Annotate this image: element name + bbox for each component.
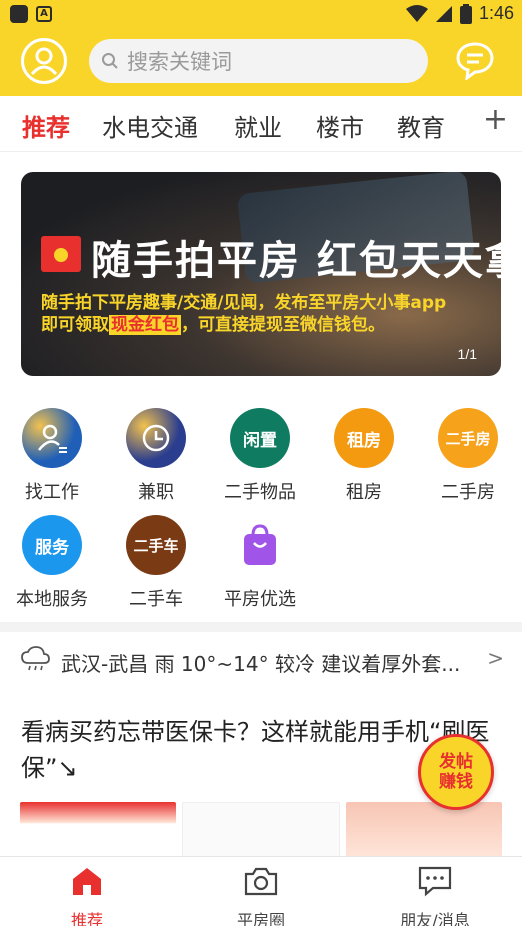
grid-used-car[interactable]: 二手车 二手车 [106,515,206,611]
grid-pingfang-select[interactable]: 平房优选 [210,515,310,611]
status-time: 1:46 [478,3,514,23]
search-icon [102,53,118,69]
tab-education[interactable]: 教育 [397,108,445,143]
grid-secondhand-goods[interactable]: 闲置 二手物品 [210,408,310,504]
banner-title: 随手拍平房 红包天天拿 [91,238,501,284]
message-bubble-icon[interactable] [455,40,495,80]
signal-icon [435,5,452,22]
home-icon [73,868,101,895]
clock-icon [126,408,186,468]
grid-secondhand-house[interactable]: 二手房 二手房 [418,408,518,504]
profile-button[interactable] [21,38,67,84]
article-thumbnail [20,802,176,862]
grid-find-job[interactable]: 找工作 [2,408,102,504]
grid-label: 二手房 [441,482,495,503]
tab-utilities-traffic[interactable]: 水电交通 [102,108,198,143]
grid-label: 平房优选 [224,589,296,610]
job-icon [22,408,82,468]
tab-jobs[interactable]: 就业 [234,108,282,143]
nav-recommend[interactable]: 推荐 [27,865,147,926]
grid-label: 兼职 [138,482,174,503]
grid-local-service[interactable]: 服务 本地服务 [2,515,102,611]
section-divider [0,622,522,632]
battery-icon [459,3,472,24]
service-badge-icon: 服务 [22,515,82,575]
font-notification-icon: A [36,6,52,22]
nav-friends-messages[interactable]: 朋友/消息 [375,865,495,926]
wifi-icon [405,4,428,22]
camera-icon [244,867,278,896]
post-earn-button[interactable]: 发帖 赚钱 [418,734,494,810]
grid-label: 本地服务 [16,589,88,610]
grid-label: 二手物品 [224,482,296,503]
search-input[interactable]: 搜索关键词 [89,39,428,83]
weather-text: 武汉-武昌 雨 10°~14° 较冷 建议着厚外套... [61,652,461,676]
nav-label: 推荐 [70,911,103,926]
grid-label: 租房 [346,482,382,503]
tab-housing[interactable]: 楼市 [316,108,364,143]
user-icon [30,47,58,76]
bottom-navigation: 推荐 平房圈 朋友/消息 [0,856,522,926]
notification-icon [10,5,28,23]
status-bar: A 1:46 [0,0,522,28]
chevron-right-icon: > [487,646,504,670]
grid-part-time[interactable]: 兼职 [106,408,206,504]
promo-banner[interactable]: 随手拍平房 红包天天拿 随手拍下平房趣事/交通/见闻，发布至平房大小事app 即… [21,172,501,376]
banner-page-indicator: 1/1 [457,346,477,362]
nav-label: 平房圈 [236,911,285,926]
chat-icon [418,866,452,897]
tab-recommend[interactable]: 推荐 [22,108,70,143]
banner-description-2: 即可领取 现金红包 ，可直接提现至微信钱包。 [41,315,385,335]
add-tab-icon[interactable]: + [483,102,508,137]
second-house-badge-icon: 二手房 [438,408,498,468]
nav-label: 朋友/消息 [400,911,470,926]
article-thumbnail [346,802,502,862]
category-tabs: 推荐 水电交通 就业 楼市 教育 + [0,96,522,152]
idle-badge-icon: 闲置 [230,408,290,468]
grid-rent[interactable]: 租房 租房 [314,408,414,504]
used-car-badge-icon: 二手车 [126,515,186,575]
red-packet-icon [41,236,81,272]
shopping-bag-icon [230,515,290,575]
weather-bar[interactable]: 武汉-武昌 雨 10°~14° 较冷 建议着厚外套... > [0,642,522,682]
nav-pingfang-circle[interactable]: 平房圈 [201,865,321,926]
grid-label: 二手车 [129,589,183,610]
search-placeholder: 搜索关键词 [127,50,232,74]
article-thumbnail [182,802,340,862]
rent-badge-icon: 租房 [334,408,394,468]
article-thumbnails[interactable] [20,802,502,862]
cloud-rain-icon [21,646,50,671]
grid-label: 找工作 [25,482,79,503]
